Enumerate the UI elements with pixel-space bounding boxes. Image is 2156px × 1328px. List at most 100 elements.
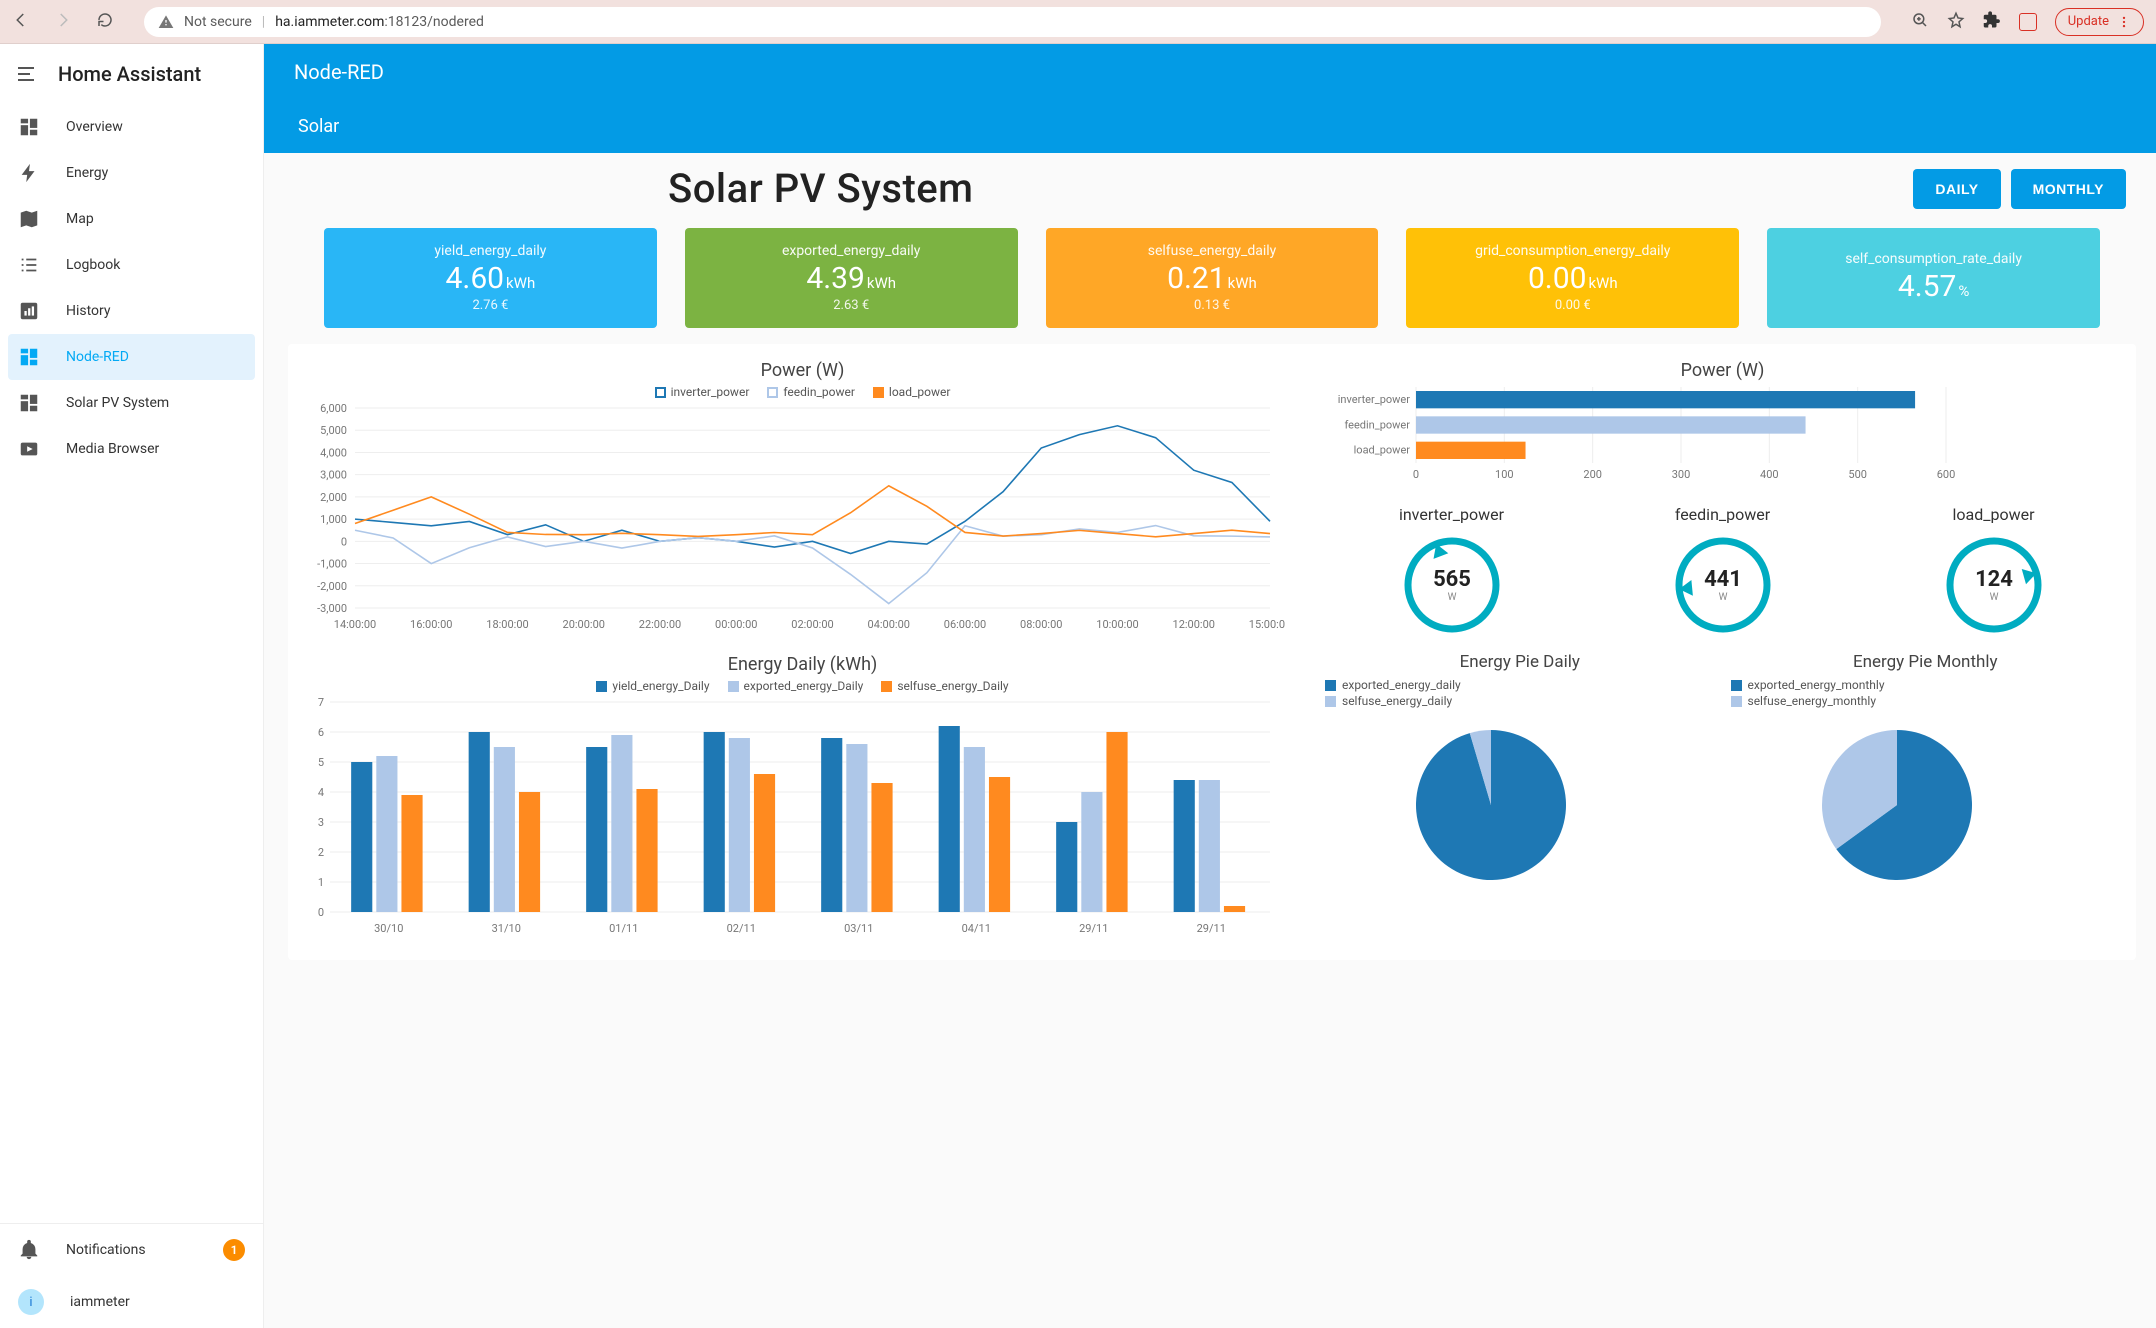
topbar: Node-RED Solar: [264, 44, 2156, 153]
sidebar-item-label: Map: [66, 211, 94, 227]
url-bar[interactable]: Not secure | ha.iammeter.com:18123/noder…: [144, 7, 1881, 37]
stat-card: yield_energy_daily 4.60kWh 2.76 €: [324, 228, 657, 328]
map-icon: [18, 208, 40, 230]
monthly-button[interactable]: MONTHLY: [2011, 169, 2126, 209]
svg-text:2,000: 2,000: [320, 491, 347, 504]
svg-text:30/10: 30/10: [374, 922, 403, 935]
svg-text:feedin_power: feedin_power: [1344, 418, 1410, 431]
svg-text:01/11: 01/11: [609, 922, 638, 935]
svg-text:5: 5: [318, 756, 324, 769]
zoom-icon[interactable]: [1911, 11, 1929, 33]
chart-title: Energy Pie Daily: [1321, 652, 1719, 672]
chart-box-icon: [18, 300, 40, 322]
power-hbar-chart: Power (W) 0100200300400500600inverter_po…: [1321, 358, 2124, 487]
svg-text:200: 200: [1583, 468, 1602, 481]
sidebar-item-solar-pv[interactable]: Solar PV System: [0, 380, 263, 426]
svg-text:6,000: 6,000: [320, 403, 347, 415]
svg-text:100: 100: [1495, 468, 1514, 481]
svg-text:03/11: 03/11: [844, 922, 873, 935]
back-icon[interactable]: [12, 11, 30, 33]
svg-text:06:00:00: 06:00:00: [944, 618, 986, 631]
stat-card: exported_energy_daily 4.39kWh 2.63 €: [685, 228, 1018, 328]
svg-text:04/11: 04/11: [962, 922, 991, 935]
sidebar-item-node-red[interactable]: Node-RED: [8, 334, 255, 380]
sidebar-item-map[interactable]: Map: [0, 196, 263, 242]
reload-icon[interactable]: [96, 11, 114, 33]
sidebar-item-logbook[interactable]: Logbook: [0, 242, 263, 288]
svg-text:0: 0: [341, 535, 347, 548]
power-line-chart: Power (W) inverter_power feedin_power lo…: [300, 358, 1305, 642]
svg-text:29/11: 29/11: [1079, 922, 1108, 935]
svg-text:7: 7: [318, 697, 324, 709]
svg-text:20:00:00: 20:00:00: [563, 618, 605, 631]
svg-text:W: W: [1989, 592, 1998, 603]
svg-text:18:00:00: 18:00:00: [486, 618, 528, 631]
gauge: load_power 124 W: [1863, 505, 2124, 640]
sidebar-item-label: Media Browser: [66, 441, 159, 457]
svg-text:2: 2: [318, 846, 324, 859]
svg-text:00:00:00: 00:00:00: [715, 618, 757, 631]
svg-text:W: W: [1447, 592, 1456, 603]
lightning-icon: [18, 162, 40, 184]
svg-text:565: 565: [1433, 567, 1471, 592]
svg-text:1,000: 1,000: [320, 513, 347, 526]
kebab-icon: [2117, 15, 2131, 29]
svg-text:6: 6: [318, 726, 324, 739]
extensions-icon[interactable]: [1983, 11, 2001, 33]
sidebar-item-label: History: [66, 303, 111, 319]
sidebar-item-notifications[interactable]: Notifications 1: [0, 1224, 263, 1276]
browser-bar: Not secure | ha.iammeter.com:18123/noder…: [0, 0, 2156, 44]
gauge: feedin_power 441 W: [1592, 505, 1853, 640]
svg-text:1: 1: [318, 876, 324, 889]
url-path: /nodered: [427, 14, 484, 30]
sidebar-item-label: Solar PV System: [66, 395, 169, 411]
svg-text:04:00:00: 04:00:00: [868, 618, 910, 631]
svg-text:600: 600: [1937, 468, 1956, 481]
avatar: i: [18, 1289, 44, 1315]
stat-card: self_consumption_rate_daily 4.57%: [1767, 228, 2100, 328]
sidebar-item-energy[interactable]: Energy: [0, 150, 263, 196]
svg-text:-2,000: -2,000: [317, 580, 347, 593]
notifications-badge: 1: [223, 1239, 245, 1261]
energy-bar-chart: Energy Daily (kWh) yield_energy_Daily ex…: [300, 652, 1305, 946]
svg-text:31/10: 31/10: [492, 922, 521, 935]
update-button[interactable]: Update: [2055, 8, 2144, 36]
app-icon[interactable]: [2019, 13, 2037, 31]
url-security-text: Not secure: [184, 14, 252, 30]
svg-text:15:00:00: 15:00:00: [1249, 618, 1285, 631]
chart-title: Power (W): [300, 360, 1305, 381]
warning-icon: [158, 14, 174, 30]
chart-title: Energy Pie Monthly: [1727, 652, 2125, 672]
chart-title: Power (W): [1321, 360, 2124, 381]
sidebar-item-label: Node-RED: [66, 349, 129, 365]
svg-text:12:00:00: 12:00:00: [1173, 618, 1215, 631]
sidebar-item-history[interactable]: History: [0, 288, 263, 334]
sidebar: Home Assistant Overview Energy Map Logbo…: [0, 44, 264, 1328]
svg-text:5,000: 5,000: [320, 424, 347, 437]
hamburger-icon[interactable]: [18, 67, 34, 81]
page-title: Solar PV System: [668, 165, 1913, 212]
sidebar-item-label: Notifications: [66, 1242, 146, 1258]
stat-card: selfuse_energy_daily 0.21kWh 0.13 €: [1046, 228, 1379, 328]
stat-card: grid_consumption_energy_daily 0.00kWh 0.…: [1406, 228, 1739, 328]
sidebar-item-label: Logbook: [66, 257, 120, 273]
svg-text:0: 0: [318, 906, 324, 919]
chart-title: Energy Daily (kWh): [300, 654, 1305, 675]
dashboard-icon: [18, 346, 40, 368]
sidebar-item-media[interactable]: Media Browser: [0, 426, 263, 472]
svg-text:500: 500: [1848, 468, 1867, 481]
svg-text:16:00:00: 16:00:00: [410, 618, 452, 631]
forward-icon[interactable]: [54, 11, 72, 33]
sidebar-item-overview[interactable]: Overview: [0, 104, 263, 150]
list-icon: [18, 254, 40, 276]
sidebar-item-label: Overview: [66, 119, 123, 135]
svg-text:3,000: 3,000: [320, 469, 347, 482]
daily-button[interactable]: DAILY: [1913, 169, 2000, 209]
sidebar-item-label: Energy: [66, 165, 108, 181]
svg-text:441: 441: [1704, 567, 1742, 592]
star-icon[interactable]: [1947, 11, 1965, 33]
sidebar-item-user[interactable]: i iammeter: [0, 1276, 263, 1328]
svg-text:29/11: 29/11: [1197, 922, 1226, 935]
svg-text:3: 3: [318, 816, 324, 829]
svg-text:inverter_power: inverter_power: [1338, 393, 1411, 406]
